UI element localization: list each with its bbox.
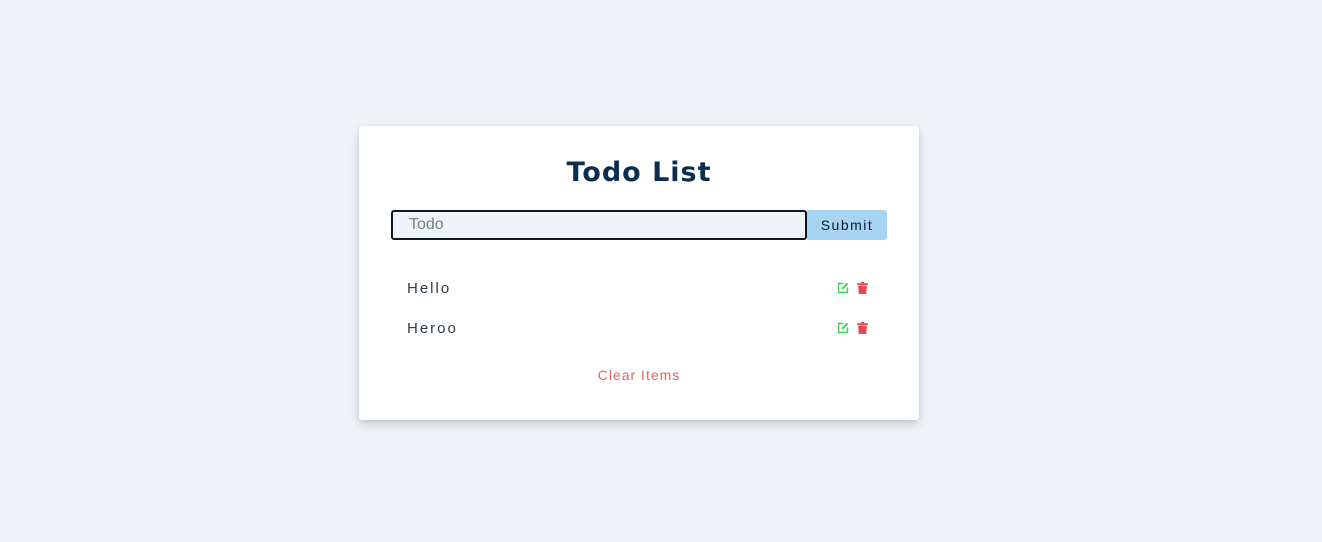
submit-button[interactable]: Submit bbox=[807, 210, 887, 240]
todo-list: Hello Heroo bbox=[407, 268, 869, 348]
todo-form: Submit bbox=[391, 210, 887, 240]
item-actions bbox=[836, 322, 869, 335]
todo-card: Todo List Submit Hello bbox=[359, 126, 919, 420]
list-item-label: Hello bbox=[407, 279, 452, 297]
trash-icon[interactable] bbox=[856, 282, 869, 295]
edit-icon[interactable] bbox=[836, 282, 849, 295]
list-item: Heroo bbox=[407, 308, 869, 348]
edit-icon[interactable] bbox=[836, 322, 849, 335]
clear-items-button[interactable]: Clear Items bbox=[359, 367, 919, 383]
list-item-label: Heroo bbox=[407, 319, 458, 337]
todo-input[interactable] bbox=[391, 210, 807, 240]
list-item: Hello bbox=[407, 268, 869, 308]
trash-icon[interactable] bbox=[856, 322, 869, 335]
page-title: Todo List bbox=[566, 157, 712, 188]
item-actions bbox=[836, 282, 869, 295]
